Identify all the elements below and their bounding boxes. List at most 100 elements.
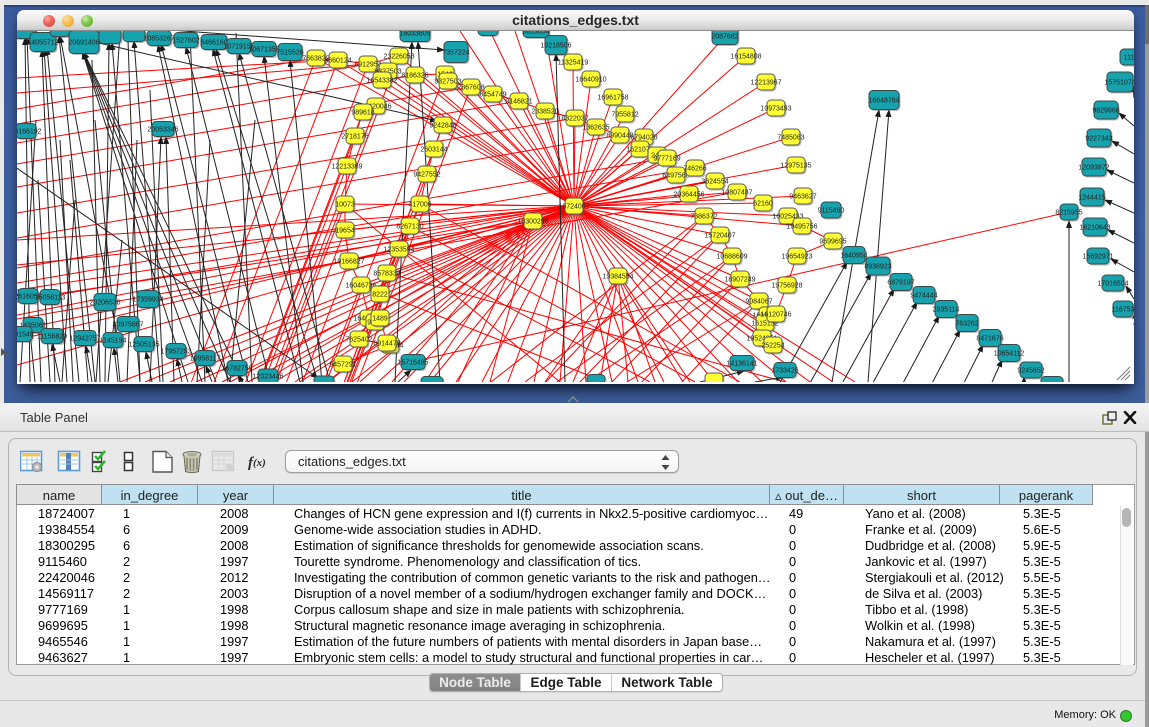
svg-text:12975135: 12975135	[780, 163, 811, 170]
svg-text:8267130: 8267130	[396, 224, 423, 231]
svg-text:3624554: 3624554	[701, 179, 728, 186]
svg-text:19654: 19654	[335, 228, 355, 235]
svg-text:9227343: 9227343	[1085, 136, 1112, 143]
svg-text:20364456: 20364456	[673, 192, 704, 199]
svg-text:1362635: 1362635	[582, 125, 609, 132]
svg-text:9777169: 9777169	[653, 156, 680, 163]
svg-text:62160: 62160	[753, 201, 773, 208]
svg-text:10688609: 10688609	[716, 254, 747, 261]
svg-text:1244415: 1244415	[1078, 195, 1105, 202]
svg-text:16782759: 16782759	[221, 366, 252, 373]
svg-text:30975867: 30975867	[112, 322, 143, 329]
svg-text:20691406: 20691406	[68, 40, 99, 47]
svg-text:9146821: 9146821	[505, 99, 532, 106]
svg-text:12093872: 12093872	[1078, 165, 1109, 172]
svg-text:746266: 746266	[683, 166, 706, 173]
svg-text:14136141: 14136141	[726, 361, 757, 368]
svg-text:763262: 763262	[955, 321, 978, 328]
svg-text:17957253: 17957253	[160, 349, 191, 356]
svg-text:16154808: 16154808	[730, 54, 761, 61]
svg-text:8186328: 8186328	[401, 73, 428, 80]
svg-text:2603144: 2603144	[420, 147, 447, 154]
svg-text:15751074: 15751074	[1104, 80, 1134, 87]
svg-text:10671355: 10671355	[248, 47, 279, 54]
svg-text:9115460: 9115460	[818, 208, 845, 215]
svg-text:9245652: 9245652	[1017, 368, 1044, 375]
svg-text:9457291: 9457291	[329, 362, 356, 369]
svg-text:1733426: 1733426	[771, 368, 798, 375]
svg-text:391549: 391549	[17, 332, 34, 339]
svg-text:(x): (x)	[253, 457, 266, 469]
svg-text:19384554: 19384554	[602, 274, 633, 281]
svg-text:8578334: 8578334	[373, 271, 400, 278]
svg-text:7386372: 7386372	[690, 214, 717, 221]
svg-text:10853267: 10853267	[143, 36, 174, 43]
svg-text:2867608: 2867608	[457, 85, 484, 92]
svg-text:1145194: 1145194	[100, 338, 127, 345]
svg-text:8454749: 8454749	[479, 92, 506, 99]
svg-text:12942757: 12942757	[69, 336, 100, 343]
svg-text:12213369: 12213369	[331, 164, 362, 171]
svg-text:8222: 8222	[372, 292, 388, 299]
svg-text:18300295: 18300295	[517, 219, 548, 226]
svg-text:6497568: 6497568	[662, 173, 689, 180]
svg-text:8471676: 8471676	[976, 336, 1003, 343]
svg-text:20053346: 20053346	[147, 127, 178, 134]
svg-text:9242848: 9242848	[429, 123, 456, 130]
svg-text:9474444: 9474444	[910, 293, 937, 300]
svg-text:26166192: 26166192	[17, 129, 42, 136]
svg-text:12323446: 12323446	[252, 374, 283, 381]
svg-text:20206536: 20206536	[89, 300, 120, 307]
svg-text:8215955: 8215955	[1055, 210, 1082, 217]
svg-text:8660124: 8660124	[324, 58, 351, 65]
svg-text:11156829: 11156829	[37, 334, 67, 341]
svg-text:116753: 116753	[1112, 307, 1134, 314]
svg-text:7357224: 7357224	[442, 50, 469, 57]
svg-text:7955812: 7955812	[611, 112, 638, 119]
svg-text:12505135: 12505135	[128, 342, 159, 349]
svg-text:17016504: 17016504	[1097, 281, 1128, 288]
svg-text:19166827: 19166827	[333, 259, 364, 266]
svg-text:1112: 1112	[1124, 55, 1134, 62]
svg-text:2935114: 2935114	[933, 307, 960, 314]
svg-text:2087682: 2087682	[711, 34, 738, 41]
svg-text:16543382: 16543382	[366, 78, 397, 85]
svg-text:7515526: 7515526	[276, 50, 303, 57]
svg-text:15716485: 15716485	[397, 360, 428, 367]
svg-text:23226058: 23226058	[383, 54, 414, 61]
svg-text:989618: 989618	[351, 110, 374, 117]
svg-text:16961758: 16961758	[597, 95, 628, 102]
svg-text:19218506: 19218506	[540, 43, 571, 50]
svg-text:16648784: 16648784	[868, 98, 899, 105]
svg-text:6914479: 6914479	[373, 341, 400, 348]
svg-text:14055712: 14055712	[27, 40, 58, 47]
svg-text:16210643: 16210643	[1079, 225, 1110, 232]
svg-text:15058113: 15058113	[35, 295, 66, 302]
svg-text:2338520: 2338520	[531, 109, 558, 116]
svg-text:7485063: 7485063	[777, 135, 804, 142]
svg-text:19495756: 19495756	[786, 224, 817, 231]
svg-text:1640954: 1640954	[840, 253, 867, 260]
svg-text:10973493: 10973493	[760, 106, 791, 113]
svg-text:6794028: 6794028	[630, 135, 657, 142]
svg-text:12213967: 12213967	[750, 80, 781, 87]
svg-text:10807487: 10807487	[721, 190, 752, 197]
svg-text:8938923: 8938923	[864, 264, 891, 271]
svg-text:17359934: 17359934	[132, 297, 163, 304]
svg-text:18640910: 18640910	[575, 77, 606, 84]
svg-text:252254: 252254	[761, 343, 784, 350]
svg-text:7625402: 7625402	[345, 337, 372, 344]
svg-text:12353594: 12353594	[383, 247, 414, 254]
svg-text:9427552: 9427552	[413, 172, 440, 179]
svg-text:9829966: 9829966	[1092, 108, 1119, 115]
svg-text:8813054: 8813054	[522, 31, 549, 36]
svg-text:9084067: 9084067	[745, 299, 772, 306]
svg-text:8912954: 8912954	[354, 62, 381, 69]
svg-text:16120746: 16120746	[760, 312, 791, 319]
svg-text:15720407: 15720407	[704, 233, 735, 240]
svg-text:18724007: 18724007	[558, 204, 589, 211]
svg-text:8322037: 8322037	[561, 116, 588, 123]
svg-text:9463627: 9463627	[789, 194, 816, 201]
svg-text:19756928: 19756928	[771, 283, 802, 290]
svg-text:417006: 417006	[408, 202, 431, 209]
